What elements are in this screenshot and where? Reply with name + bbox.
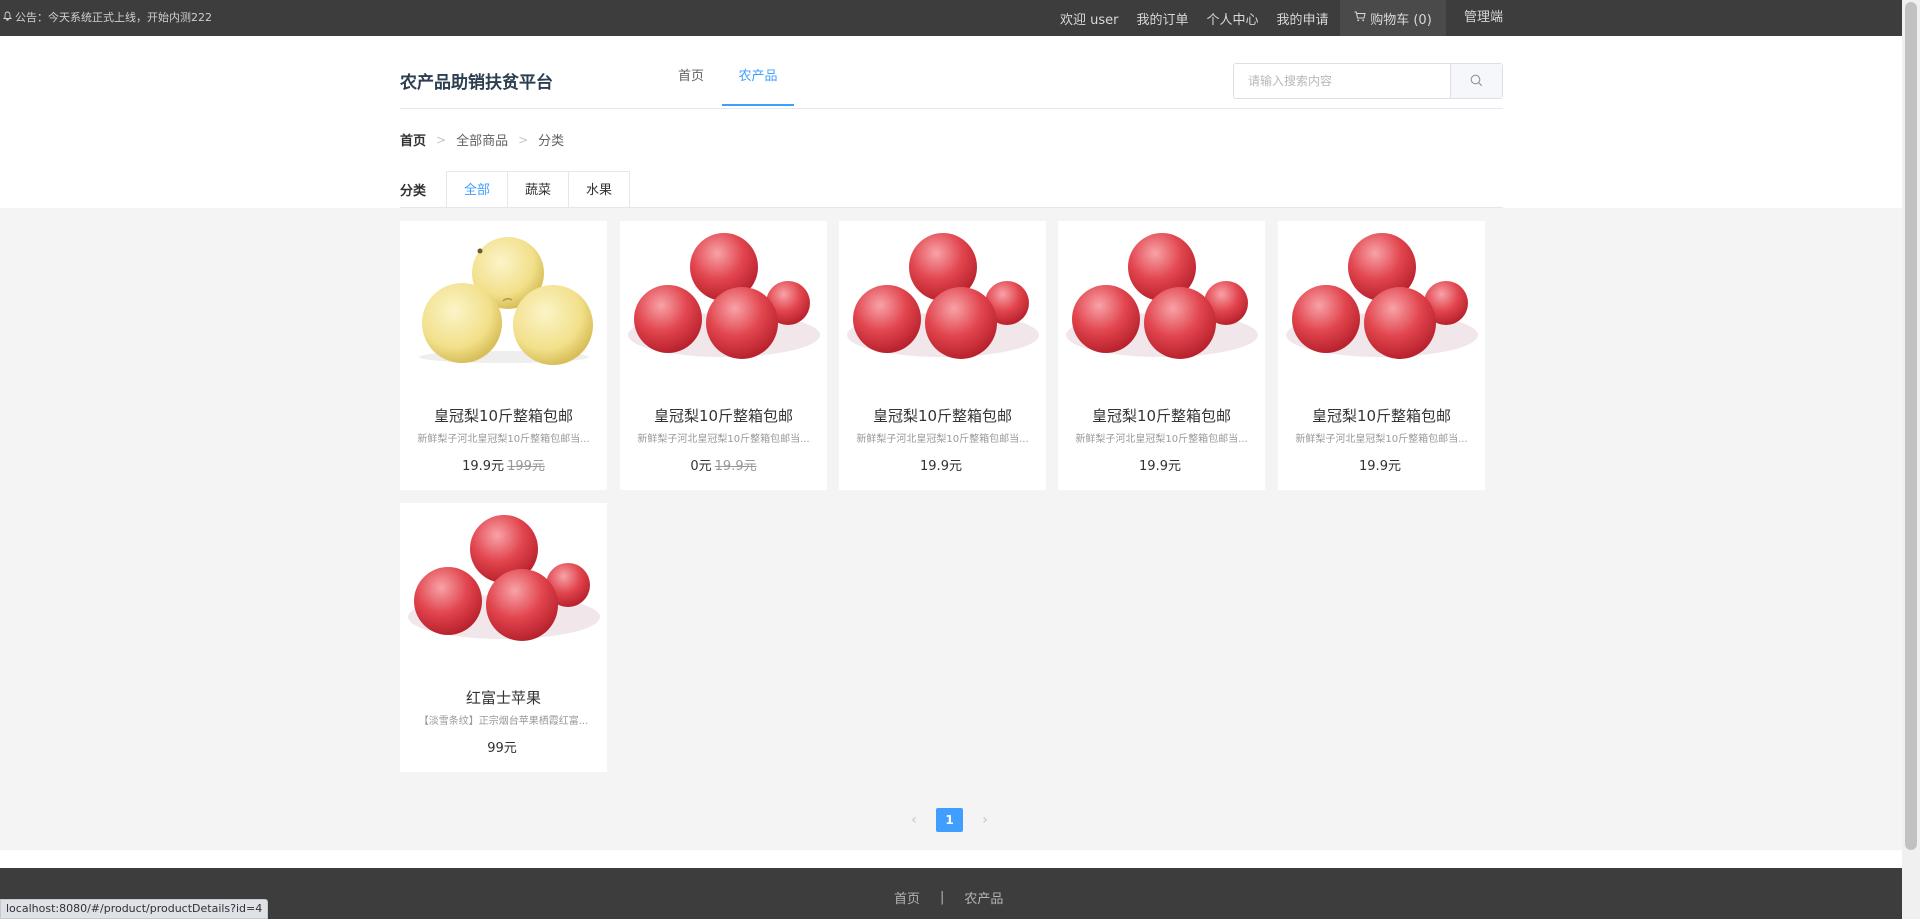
cart-label: 购物车 (0)	[1370, 12, 1432, 28]
footer: 首页 | 农产品	[0, 868, 1902, 919]
admin-link[interactable]: 管理端	[1464, 0, 1503, 36]
scrollbar-thumb[interactable]	[1905, 2, 1917, 850]
product-price: 0元	[690, 459, 712, 474]
product-original-price: 19.9元	[714, 459, 757, 474]
product-name: 红富士苹果	[465, 689, 541, 707]
product-image	[1282, 227, 1481, 367]
product-price-row: 0元 19.9元	[620, 455, 827, 474]
chevron-right-icon: >	[436, 132, 447, 147]
announcement-text: 公告：今天系统正式上线，开始内测222	[15, 11, 212, 24]
product-card[interactable]: 皇冠梨10斤整箱包邮 新鲜梨子河北皇冠梨10斤整箱包邮当... 19.9元 199…	[400, 221, 607, 490]
product-price: 19.9元	[1359, 459, 1401, 474]
product-name: 皇冠梨10斤整箱包邮	[1311, 407, 1452, 425]
top-bar: 公告：今天系统正式上线，开始内测222 欢迎 user 我的订单 个人中心 我的…	[0, 0, 1902, 36]
nav-products[interactable]: 农产品	[722, 62, 794, 106]
chevron-right-icon: ›	[982, 812, 988, 828]
product-price: 99元	[487, 741, 517, 756]
product-name: 皇冠梨10斤整箱包邮	[872, 407, 1013, 425]
footer-products-link[interactable]: 农产品	[964, 888, 1003, 907]
breadcrumb-category: 分类	[538, 134, 565, 149]
product-price: 19.9元	[1139, 459, 1181, 474]
search-box	[1233, 63, 1503, 99]
category-tabs: 全部 蔬菜 水果	[446, 171, 630, 208]
tab-vegetables[interactable]: 蔬菜	[507, 171, 569, 208]
header: 农产品助销扶贫平台 首页 农产品 首页 > 全部商品 > 分类 分类 全部 蔬菜…	[0, 36, 1902, 208]
cart-button[interactable]: 购物车 (0)	[1340, 0, 1446, 36]
pagination: ‹ 1 ›	[902, 808, 997, 832]
product-card[interactable]: 皇冠梨10斤整箱包邮 新鲜梨子河北皇冠梨10斤整箱包邮当... 0元 19.9元	[620, 221, 827, 490]
welcome-user-link[interactable]: 欢迎 user	[1060, 9, 1119, 28]
product-image	[843, 227, 1042, 367]
product-price-row: 19.9元	[839, 455, 1046, 474]
product-original-price: 199元	[507, 459, 545, 474]
site-logo[interactable]: 农产品助销扶贫平台	[400, 68, 553, 93]
search-icon	[1470, 72, 1483, 91]
bell-icon	[2, 0, 13, 36]
category-divider	[400, 207, 1503, 208]
breadcrumb-home[interactable]: 首页	[400, 130, 426, 149]
page-number-1[interactable]: 1	[936, 808, 963, 832]
product-description: 【淡雪条纹】正宗烟台苹果栖霞红富...	[418, 716, 589, 727]
search-input[interactable]	[1234, 64, 1450, 98]
tab-fruits[interactable]: 水果	[568, 171, 630, 208]
cart-icon	[1354, 11, 1366, 26]
status-bar-url: localhost:8080/#/product/productDetails?…	[0, 899, 269, 919]
my-applications-link[interactable]: 我的申请	[1277, 9, 1329, 28]
product-card[interactable]: 皇冠梨10斤整箱包邮 新鲜梨子河北皇冠梨10斤整箱包邮当... 19.9元	[1278, 221, 1485, 490]
product-price-row: 19.9元	[1278, 455, 1485, 474]
footer-spacer	[0, 850, 1902, 868]
product-image	[624, 227, 823, 367]
product-image	[1062, 227, 1261, 367]
product-description: 新鲜梨子河北皇冠梨10斤整箱包邮当...	[417, 434, 590, 445]
profile-link[interactable]: 个人中心	[1207, 9, 1259, 28]
vertical-scrollbar[interactable]	[1902, 0, 1920, 919]
footer-home-link[interactable]: 首页	[894, 888, 920, 907]
product-price-row: 19.9元 199元	[400, 455, 607, 474]
product-name: 皇冠梨10斤整箱包邮	[433, 407, 574, 425]
product-card[interactable]: 皇冠梨10斤整箱包邮 新鲜梨子河北皇冠梨10斤整箱包邮当... 19.9元	[839, 221, 1046, 490]
product-name: 皇冠梨10斤整箱包邮	[1091, 407, 1232, 425]
breadcrumb: 首页 > 全部商品 > 分类	[400, 130, 565, 150]
product-price: 19.9元	[462, 459, 505, 474]
category-label: 分类	[400, 184, 427, 199]
product-image	[404, 227, 603, 367]
next-page-button[interactable]: ›	[973, 808, 997, 832]
breadcrumb-all-products[interactable]: 全部商品	[456, 130, 508, 149]
product-image	[404, 509, 603, 649]
nav-home[interactable]: 首页	[660, 62, 722, 106]
my-orders-link[interactable]: 我的订单	[1137, 9, 1189, 28]
header-divider	[400, 108, 1503, 109]
chevron-left-icon: ‹	[911, 812, 917, 828]
announcement: 公告：今天系统正式上线，开始内测222	[2, 0, 212, 36]
search-button[interactable]	[1450, 64, 1502, 98]
product-name: 皇冠梨10斤整箱包邮	[653, 407, 794, 425]
product-card[interactable]: 红富士苹果 【淡雪条纹】正宗烟台苹果栖霞红富... 99元	[400, 503, 607, 772]
product-description: 新鲜梨子河北皇冠梨10斤整箱包邮当...	[856, 434, 1029, 445]
product-card[interactable]: 皇冠梨10斤整箱包邮 新鲜梨子河北皇冠梨10斤整箱包邮当... 19.9元	[1058, 221, 1265, 490]
prev-page-button[interactable]: ‹	[902, 808, 926, 832]
product-price-row: 99元	[400, 737, 607, 756]
footer-separator: |	[940, 890, 945, 905]
chevron-right-icon: >	[518, 132, 529, 147]
tab-all[interactable]: 全部	[446, 171, 508, 208]
product-description: 新鲜梨子河北皇冠梨10斤整箱包邮当...	[1295, 434, 1468, 445]
product-description: 新鲜梨子河北皇冠梨10斤整箱包邮当...	[637, 434, 810, 445]
product-price: 19.9元	[920, 459, 962, 474]
product-price-row: 19.9元	[1058, 455, 1265, 474]
product-description: 新鲜梨子河北皇冠梨10斤整箱包邮当...	[1075, 434, 1248, 445]
